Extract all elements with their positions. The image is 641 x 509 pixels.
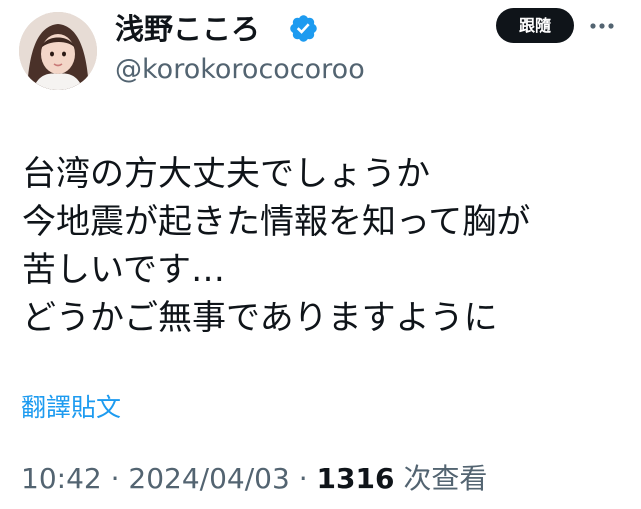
tweet-time[interactable]: 10:42 <box>21 462 102 495</box>
user-handle[interactable]: @korokorococoroo <box>115 52 365 88</box>
translate-post-link[interactable]: 翻譯貼文 <box>21 390 121 426</box>
avatar[interactable] <box>19 12 97 90</box>
more-options-icon[interactable] <box>589 14 615 38</box>
views-label: 次查看 <box>403 462 488 495</box>
tweet-text: 台湾の方大丈夫でしょうか 今地震が起きた情報を知って胸が 苦しいです… どうかご… <box>22 150 622 342</box>
tweet-line: 台湾の方大丈夫でしょうか <box>22 154 430 194</box>
display-name[interactable]: 浅野こころ <box>115 10 260 48</box>
tweet-line: どうかご無事でありますように <box>22 298 498 338</box>
views-count[interactable]: 1316 <box>317 462 395 495</box>
tweet-line: 今地震が起きた情報を知って胸が <box>22 202 531 242</box>
meta-separator: · <box>101 462 129 495</box>
verified-badge-icon <box>290 15 317 42</box>
meta-separator: · <box>289 462 317 495</box>
avatar-photo <box>19 12 97 90</box>
tweet-meta: 10:42 · 2024/04/03 · 1316 次查看 <box>21 459 487 499</box>
tweet-line: 苦しいです… <box>22 250 225 290</box>
tweet-date[interactable]: 2024/04/03 <box>128 462 289 495</box>
follow-button[interactable]: 跟隨 <box>496 8 574 43</box>
